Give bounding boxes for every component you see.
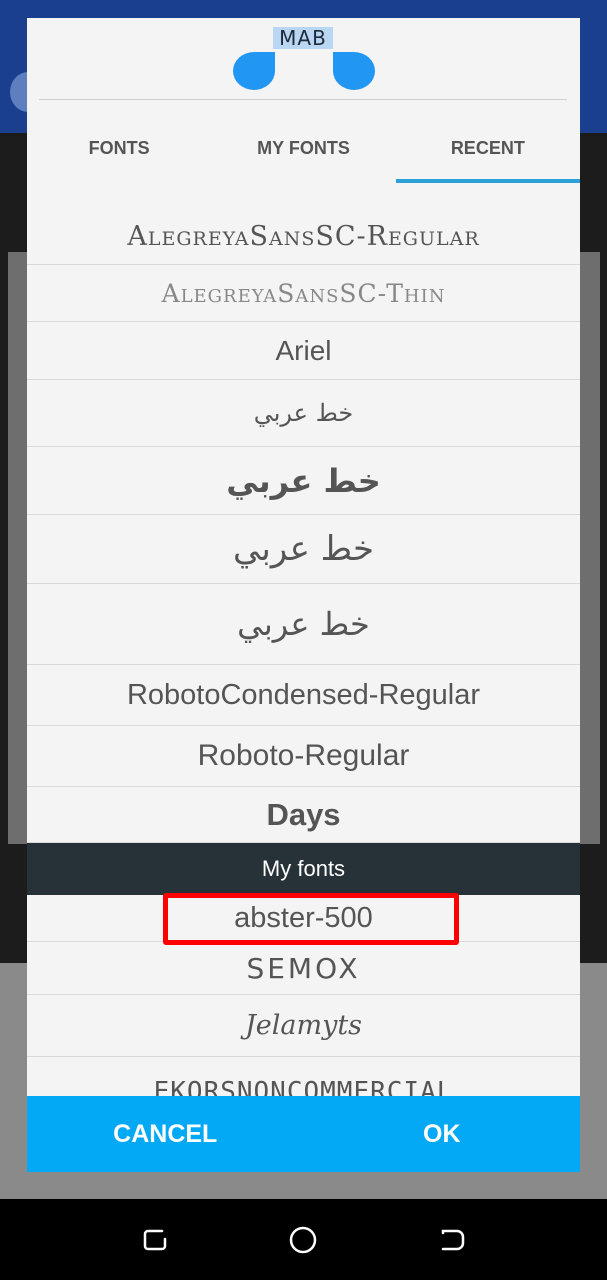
font-tabs: FONTS MY FONTS RECENT xyxy=(27,113,580,183)
divider xyxy=(39,99,567,100)
font-item-arabic-1[interactable]: خط عربي xyxy=(27,380,580,447)
dialog-logo: MAB xyxy=(27,18,580,118)
font-item-arabic-3[interactable]: خط عربي xyxy=(27,515,580,584)
tab-my-fonts[interactable]: MY FONTS xyxy=(211,113,395,183)
recents-icon[interactable] xyxy=(140,1225,170,1255)
back-icon[interactable] xyxy=(437,1225,467,1255)
home-icon[interactable] xyxy=(288,1225,318,1255)
tab-fonts[interactable]: FONTS xyxy=(27,113,211,183)
logo-drop-left-icon xyxy=(233,52,275,90)
font-item-days[interactable]: Days xyxy=(27,787,580,843)
font-item-ariel[interactable]: Ariel xyxy=(27,322,580,380)
logo-drop-right-icon xyxy=(333,52,375,90)
highlight-box xyxy=(163,893,459,945)
font-item-roboto-condensed[interactable]: RobotoCondensed-Regular xyxy=(27,665,580,726)
font-item-roboto-regular[interactable]: Roboto-Regular xyxy=(27,726,580,787)
cancel-button[interactable]: CANCEL xyxy=(27,1096,304,1172)
my-font-item-semox[interactable]: SEMOX xyxy=(27,942,580,995)
tab-recent[interactable]: RECENT xyxy=(395,113,580,183)
my-fonts-section-header: My fonts xyxy=(27,843,580,895)
my-font-item-jelamyts[interactable]: Jelamyts xyxy=(27,995,580,1057)
ok-button[interactable]: OK xyxy=(304,1096,581,1172)
font-item-alegreya-regular[interactable]: AlegreyaSansSC-Regular xyxy=(27,208,580,265)
logo-text: MAB xyxy=(273,27,333,49)
font-list: AlegreyaSansSC-Regular AlegreyaSansSC-Th… xyxy=(27,208,580,1108)
font-item-alegreya-thin[interactable]: AlegreyaSansSC-Thin xyxy=(27,265,580,322)
font-item-arabic-2[interactable]: خط عربي xyxy=(27,447,580,515)
font-item-arabic-4[interactable]: خط عربي xyxy=(27,584,580,665)
system-navigation-bar xyxy=(0,1199,607,1280)
my-font-item-abster[interactable]: abster-500 xyxy=(27,893,580,945)
dialog-buttons: CANCEL OK xyxy=(27,1096,580,1172)
font-picker-dialog: MAB FONTS MY FONTS RECENT AlegreyaSansSC… xyxy=(27,18,580,1172)
